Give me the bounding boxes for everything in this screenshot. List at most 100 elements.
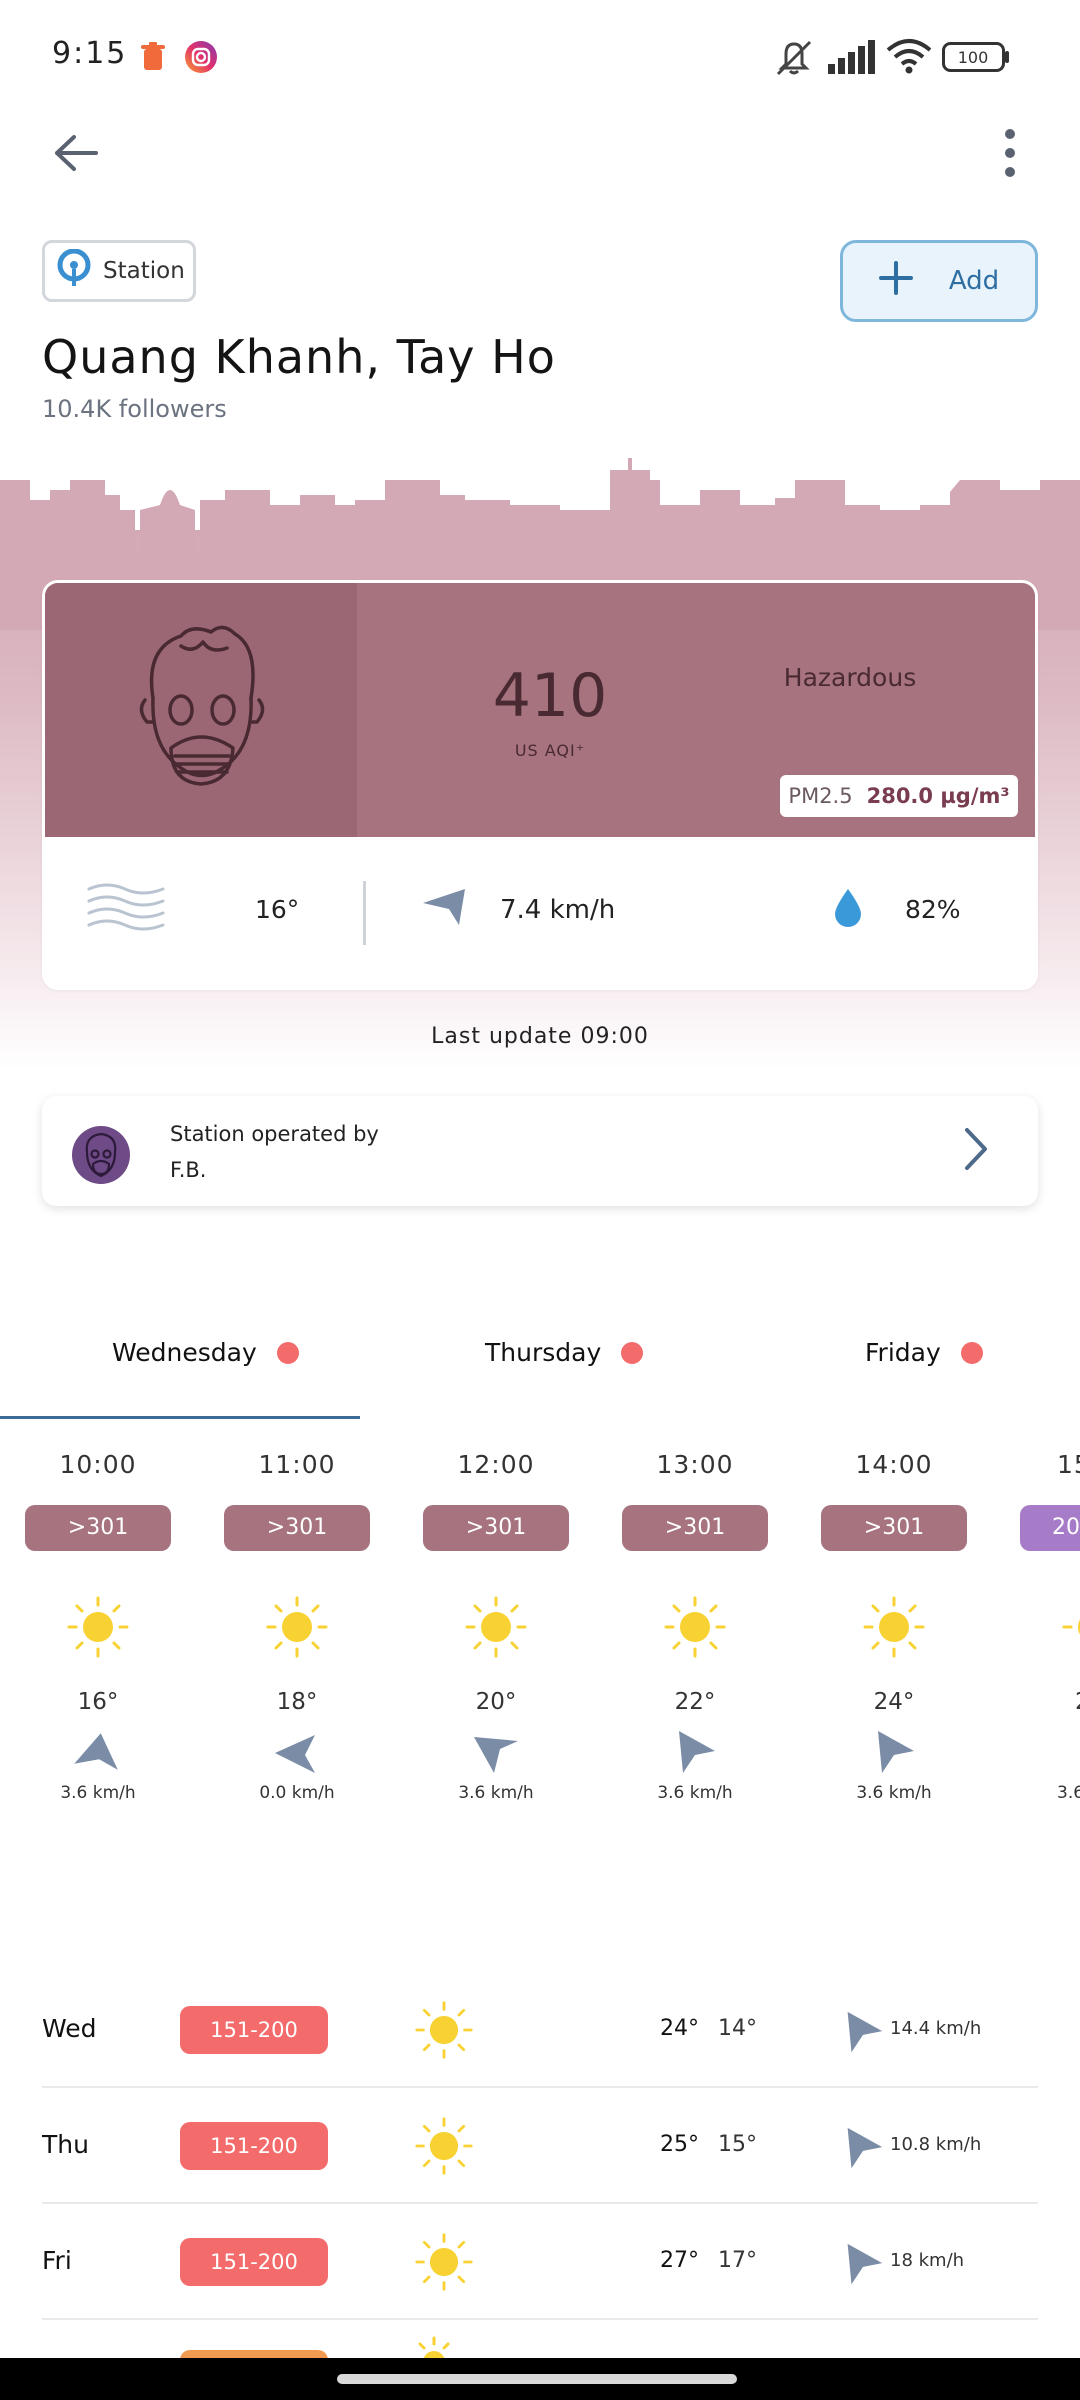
hour-aqi-badge: >301: [622, 1505, 768, 1551]
hour-wind: 3.6 km/h: [458, 1783, 534, 1803]
tab-wednesday[interactable]: Wednesday: [112, 1338, 299, 1367]
sun-icon: [412, 2336, 456, 2358]
hour-temp: 18°: [276, 1689, 318, 1715]
sun-icon: [414, 2000, 474, 2060]
hour-aqi-badge: >301: [25, 1505, 171, 1551]
location-pin-icon: [57, 248, 91, 293]
tab-thursday[interactable]: Thursday: [485, 1338, 644, 1367]
hour-time: 11:00: [258, 1450, 336, 1479]
hour-temp: 16°: [77, 1689, 119, 1715]
sun-icon: [663, 1595, 727, 1659]
daily-day: Fri: [42, 2246, 72, 2275]
daily-wind: 14.4 km/h: [890, 2018, 982, 2039]
hourly-item: 15 20 2 3.6: [1019, 1430, 1080, 1803]
hour-temp: 2: [1019, 1689, 1080, 1715]
battery-icon: 100: [942, 42, 1010, 76]
hour-time: 15: [1057, 1450, 1080, 1479]
daily-row[interactable]: Wed 151-200 24° 14° 14.4 km/h: [42, 1972, 1038, 2088]
tab-label: Thursday: [485, 1338, 602, 1367]
last-update-text: Last update 09:00: [431, 1024, 649, 1049]
wind-arrow-icon: [838, 2008, 888, 2058]
aqi-card[interactable]: 410 US AQI⁺ Hazardous PM2.5 280.0 µg/m³ …: [42, 580, 1038, 990]
wind-arrow-icon: [838, 2240, 888, 2290]
pollutant-box: PM2.5 280.0 µg/m³: [780, 775, 1018, 817]
tab-label: Wednesday: [112, 1338, 257, 1367]
pollutant-value: 280.0 µg/m³: [866, 784, 1010, 808]
hour-wind: 3.6: [1057, 1783, 1080, 1803]
operator-name: F.B.: [170, 1158, 207, 1182]
pollutant-label: PM2.5: [788, 784, 853, 808]
add-button[interactable]: Add: [840, 240, 1038, 322]
hourly-item: 13:00 >301 22° 3.6 km/h: [621, 1430, 769, 1803]
hour-temp: 20°: [475, 1689, 517, 1715]
hourly-forecast[interactable]: 10:00 >301 16° 3.6 km/h 11:00 >301 18° 0…: [0, 1430, 1080, 1890]
signal-icon: [828, 40, 876, 78]
aqi-face-panel: [45, 583, 357, 837]
daily-row[interactable]: Fri 151-200 27° 17° 18 km/h: [42, 2204, 1038, 2320]
instagram-notification-icon: [184, 40, 218, 78]
daily-aqi-badge: 151-200: [180, 2122, 328, 2170]
station-chip-label: Station: [103, 258, 185, 284]
wind-arrow-icon: [421, 887, 467, 931]
daily-day: Thu: [42, 2130, 89, 2159]
hour-time: 13:00: [656, 1450, 734, 1479]
trash-notification-icon: [140, 42, 166, 76]
divider: [363, 881, 366, 945]
daily-high: 27°: [660, 2248, 699, 2273]
hour-wind: 3.6 km/h: [60, 1783, 136, 1803]
more-options-button[interactable]: [980, 120, 1040, 190]
hourly-item: 14:00 >301 24° 3.6 km/h: [820, 1430, 968, 1803]
hour-wind: 3.6 km/h: [657, 1783, 733, 1803]
station-operator-card[interactable]: Station operated by F.B.: [42, 1096, 1038, 1206]
wind-arrow-icon: [72, 1727, 124, 1779]
sun-icon: [862, 1595, 926, 1659]
daily-aqi-badge: 151-200: [180, 2006, 328, 2054]
aqi-value: 410: [492, 661, 608, 731]
aqi-status-dot: [960, 1341, 983, 1364]
sun-icon: [464, 1595, 528, 1659]
wind-arrow-icon: [868, 1727, 920, 1779]
daily-high: 25°: [660, 2132, 699, 2157]
hour-temp: 22°: [674, 1689, 716, 1715]
chevron-right-icon: [962, 1126, 990, 1176]
sun-icon: [265, 1595, 329, 1659]
daily-low: 17°: [718, 2248, 757, 2273]
hour-aqi-badge: >301: [821, 1505, 967, 1551]
more-vertical-icon: [1003, 128, 1017, 182]
hour-aqi-badge: >301: [224, 1505, 370, 1551]
wifi-icon: [886, 38, 932, 78]
hour-wind: 0.0 km/h: [259, 1783, 335, 1803]
tab-friday[interactable]: Friday: [865, 1338, 983, 1367]
daily-day: Wed: [42, 2014, 97, 2043]
hourly-item: 11:00 >301 18° 0.0 km/h: [223, 1430, 371, 1803]
daily-row[interactable]: Thu 151-200 25° 15° 10.8 km/h: [42, 2088, 1038, 2204]
wind-speed-value: 7.4 km/h: [500, 895, 616, 925]
aqi-unit: US AQI⁺: [514, 741, 586, 760]
daily-aqi-badge: 151-200: [180, 2238, 328, 2286]
plus-icon: [878, 260, 913, 302]
hour-time: 14:00: [855, 1450, 933, 1479]
back-button[interactable]: [40, 120, 110, 190]
sun-icon: [414, 2116, 474, 2176]
wind-arrow-icon: [838, 2124, 888, 2174]
station-name: Quang Khanh, Tay Ho: [42, 330, 556, 384]
daily-wind: 10.8 km/h: [890, 2134, 982, 2155]
home-gesture-handle[interactable]: [337, 2374, 737, 2384]
hourly-item: 12:00 >301 20° 3.6 km/h: [422, 1430, 570, 1803]
daily-low: 15°: [718, 2132, 757, 2157]
svg-text:100: 100: [958, 48, 989, 67]
aqi-level: Hazardous: [783, 663, 917, 692]
tab-label: Friday: [865, 1338, 941, 1367]
mute-icon: [772, 38, 816, 82]
operator-title: Station operated by: [170, 1122, 379, 1146]
daily-low: 14°: [718, 2016, 757, 2041]
temperature-value: 16°: [255, 895, 300, 924]
sun-icon: [1061, 1595, 1080, 1659]
aqi-status-dot: [276, 1341, 299, 1364]
operator-avatar: [72, 1126, 130, 1184]
wind-arrow-icon: [470, 1727, 522, 1779]
water-drop-icon: [833, 887, 863, 931]
arrow-left-icon: [52, 133, 98, 177]
sun-icon: [414, 2232, 474, 2292]
humidity-value: 82%: [905, 895, 961, 924]
